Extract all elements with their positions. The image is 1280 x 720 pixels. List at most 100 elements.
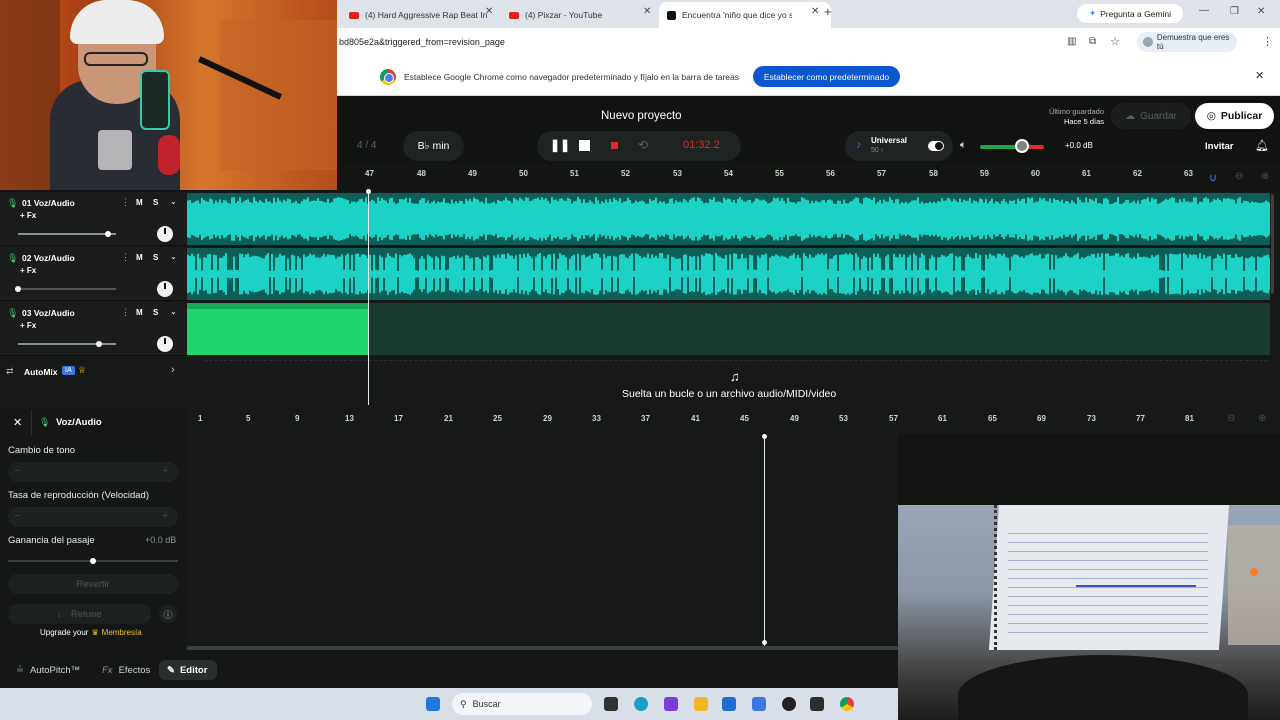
bookmark-star-icon[interactable]: ☆: [1110, 35, 1120, 48]
mute-button[interactable]: M: [136, 308, 143, 317]
minus-icon[interactable]: −: [14, 465, 20, 477]
gain-slider[interactable]: [8, 558, 178, 564]
editor-canvas[interactable]: [187, 434, 898, 646]
menu-dots-icon[interactable]: ⋮: [1262, 35, 1273, 48]
plus-icon[interactable]: +: [162, 465, 168, 477]
minus-icon[interactable]: −: [14, 510, 20, 522]
browser-tab[interactable]: (4) Hard Aggressive Rap Beat In: [349, 5, 494, 25]
cast-icon[interactable]: ⧉: [1089, 36, 1096, 47]
track-waveform[interactable]: [187, 193, 1270, 245]
task-view-icon[interactable]: [604, 697, 618, 711]
pan-knob[interactable]: [157, 336, 173, 352]
windows-start-icon[interactable]: [426, 697, 440, 711]
close-tab-icon[interactable]: ✕: [811, 6, 819, 17]
new-tab-icon[interactable]: +: [824, 4, 832, 19]
minimize-icon[interactable]: —: [1199, 5, 1209, 16]
master-volume-slider[interactable]: [980, 145, 1044, 149]
save-button[interactable]: ☁ Guardar: [1111, 103, 1191, 129]
retune-button[interactable]: ♩ Retune: [8, 604, 151, 624]
browser-tab-active[interactable]: Encuentra 'niño que dice yo se: [667, 5, 792, 25]
timeline-ruler[interactable]: 47 48 49 50 51 52 53 54 55 56 57 58 59 6…: [337, 164, 1280, 192]
drop-zone[interactable]: ♫ Suelta un bucle o un archivo audio/MID…: [204, 360, 1268, 400]
zoom-in-icon[interactable]: ⊕: [1261, 171, 1269, 182]
set-default-button[interactable]: Establecer como predeterminado: [753, 66, 900, 87]
editor-playhead[interactable]: [764, 434, 765, 646]
rate-stepper[interactable]: − +: [8, 507, 178, 527]
browser-tab[interactable]: (4) Pixzar - YouTube: [509, 5, 639, 25]
revert-button[interactable]: Revertir: [8, 574, 178, 594]
instrument-toggle[interactable]: [928, 141, 944, 151]
track-menu-icon[interactable]: ⋮: [121, 252, 130, 263]
track-recording-region[interactable]: [187, 303, 1270, 355]
pitch-stepper[interactable]: − +: [8, 462, 178, 482]
tab-autopitch[interactable]: ≟ AutoPitch™: [6, 660, 90, 680]
playhead[interactable]: [368, 191, 369, 405]
track-name[interactable]: 02 Voz/Audio: [22, 253, 75, 263]
tab-effects[interactable]: Fx Efectos: [96, 660, 156, 680]
restore-icon[interactable]: ❐: [1230, 6, 1239, 17]
plus-icon[interactable]: +: [162, 510, 168, 522]
key-selector[interactable]: B♭ min: [403, 131, 464, 161]
chevron-right-icon[interactable]: ›: [171, 364, 175, 376]
track-volume-handle[interactable]: [105, 231, 112, 237]
loop-icon[interactable]: ⟲: [638, 138, 648, 152]
add-fx-button[interactable]: + Fx: [20, 211, 36, 220]
snap-magnet-icon[interactable]: ∪: [1209, 171, 1217, 184]
app-icon[interactable]: [810, 697, 824, 711]
url-text[interactable]: bd805e2a&triggered_from=revision_page: [339, 37, 505, 47]
close-tab-icon[interactable]: ✕: [643, 6, 651, 17]
zoom-in-icon[interactable]: ⊕: [1258, 413, 1266, 424]
track-volume-slider[interactable]: [15, 286, 116, 292]
outlook-icon[interactable]: [752, 697, 766, 711]
pause-icon[interactable]: ❚❚: [550, 138, 570, 152]
horizontal-scrollbar[interactable]: [187, 646, 898, 650]
pan-knob[interactable]: [157, 226, 173, 242]
track-volume-handle[interactable]: [15, 286, 21, 292]
upgrade-link[interactable]: Upgrade your ♛ Membresía: [40, 628, 142, 637]
file-explorer-icon[interactable]: [694, 697, 708, 711]
gain-slider-handle[interactable]: [90, 558, 96, 564]
track-header[interactable]: 🎙︎ 03 Voz/Audio + Fx ⋮ M S ⌄: [0, 302, 186, 356]
project-title[interactable]: Nuevo proyecto: [601, 110, 682, 122]
track-volume-slider[interactable]: [18, 231, 116, 237]
invite-button[interactable]: Invitar: [1205, 141, 1234, 152]
scrollbar-marker[interactable]: [762, 640, 767, 645]
gemini-button[interactable]: ✦ Pregunta a Gemini: [1077, 4, 1183, 23]
store-icon[interactable]: [722, 697, 736, 711]
chevron-down-icon[interactable]: ⌄: [170, 307, 177, 316]
track-menu-icon[interactable]: ⋮: [121, 197, 130, 208]
add-fx-button[interactable]: + Fx: [20, 266, 36, 275]
master-volume-handle[interactable]: [1015, 139, 1029, 153]
solo-button[interactable]: S: [153, 253, 158, 262]
stop-icon[interactable]: [579, 140, 590, 151]
playhead-handle[interactable]: [366, 189, 371, 194]
editor-ruler[interactable]: 1 5 9 13 17 21 25 29 33 37 41 45 49 53 5…: [187, 406, 1280, 434]
instrument-panel[interactable]: ♪ Universal 50 ›: [845, 131, 953, 161]
track-header[interactable]: 🎙︎ 02 Voz/Audio + Fx ⋮ M S ⌄: [0, 247, 186, 301]
chevron-down-icon[interactable]: ⌄: [170, 197, 177, 206]
close-tab-icon[interactable]: ✕: [485, 6, 493, 17]
close-infobar-icon[interactable]: ✕: [1255, 69, 1264, 82]
taskbar-search[interactable]: ⚲ Buscar: [452, 693, 592, 715]
pan-knob[interactable]: [157, 281, 173, 297]
chrome-icon[interactable]: [840, 697, 854, 711]
bell-icon[interactable]: 🔔︎: [1255, 139, 1269, 152]
chevron-down-icon[interactable]: ⌄: [170, 252, 177, 261]
automix-row[interactable]: ⇄ AutoMix IA ♕ ›: [0, 358, 186, 386]
window-close-icon[interactable]: ✕: [1257, 6, 1265, 17]
track-name[interactable]: 03 Voz/Audio: [22, 308, 75, 318]
vertical-scrollbar[interactable]: [1271, 194, 1274, 294]
reading-list-icon[interactable]: ▥: [1067, 36, 1076, 47]
publish-button[interactable]: ◎ Publicar: [1195, 103, 1274, 129]
solo-button[interactable]: S: [153, 198, 158, 207]
record-icon[interactable]: [611, 142, 618, 149]
info-icon[interactable]: ⓘ: [159, 605, 177, 623]
tab-editor[interactable]: ✎ Editor: [159, 660, 217, 680]
track-volume-handle[interactable]: [96, 341, 103, 347]
mute-button[interactable]: M: [136, 253, 143, 262]
zoom-out-icon[interactable]: ⊖: [1235, 171, 1243, 182]
profile-chip[interactable]: Demuestra que eres tú: [1137, 32, 1237, 52]
app-icon[interactable]: [664, 697, 678, 711]
track-header[interactable]: 🎙︎ 01 Voz/Audio + Fx ⋮ M S ⌄: [0, 192, 186, 246]
solo-button[interactable]: S: [153, 308, 158, 317]
